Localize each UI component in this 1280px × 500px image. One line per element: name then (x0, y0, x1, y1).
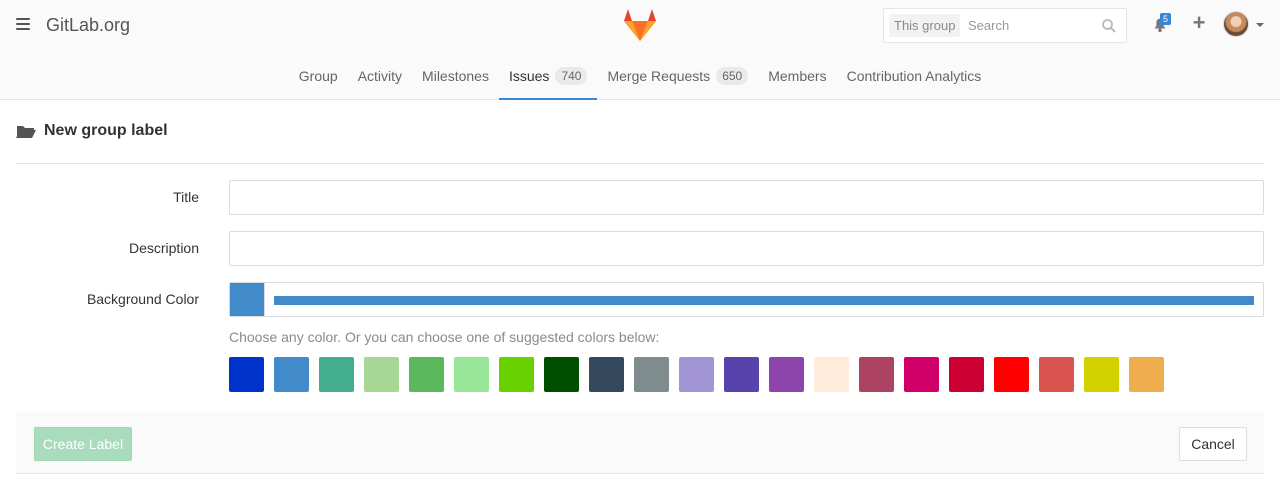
color-swatch[interactable] (499, 357, 534, 392)
color-swatch[interactable] (1039, 357, 1074, 392)
color-swatch[interactable] (724, 357, 759, 392)
gitlab-logo-icon[interactable] (622, 8, 658, 42)
description-label: Description (128, 240, 199, 256)
hamburger-menu-icon[interactable] (16, 18, 30, 32)
group-tabs: Group Activity Milestones Issues 740 Merg… (0, 51, 1280, 100)
tab-members[interactable]: Members (758, 51, 836, 100)
group-title-link[interactable]: GitLab.org (46, 15, 130, 36)
color-swatch[interactable] (274, 357, 309, 392)
color-swatch[interactable] (229, 357, 264, 392)
color-preview[interactable] (230, 283, 265, 316)
page-title: New group label (16, 122, 168, 140)
color-swatch[interactable] (904, 357, 939, 392)
color-swatch[interactable] (679, 357, 714, 392)
folder-open-icon (16, 125, 36, 138)
background-color-field[interactable] (229, 282, 1264, 317)
search-scope-badge[interactable]: This group (889, 14, 961, 37)
user-menu-caret-icon[interactable] (1256, 23, 1264, 27)
tab-merge-requests[interactable]: Merge Requests 650 (597, 51, 758, 100)
suggested-colors (229, 357, 1164, 392)
search-input[interactable] (968, 14, 1093, 37)
merge-requests-count-badge: 650 (716, 66, 749, 85)
color-swatch[interactable] (994, 357, 1029, 392)
create-label-button[interactable]: Create Label (34, 427, 132, 461)
title-label: Title (173, 189, 199, 205)
issues-count-badge: 740 (555, 66, 588, 85)
background-color-label: Background Color (86, 291, 199, 307)
color-swatch[interactable] (769, 357, 804, 392)
tab-activity[interactable]: Activity (348, 51, 412, 100)
divider (16, 163, 1264, 164)
search-box[interactable]: This group (883, 8, 1127, 43)
title-input[interactable] (229, 180, 1264, 215)
color-swatch[interactable] (1084, 357, 1119, 392)
new-item-plus-icon[interactable]: + (1189, 12, 1209, 34)
background-color-input[interactable] (274, 296, 1254, 305)
form-actions: Create Label Cancel (16, 412, 1264, 474)
description-input[interactable] (229, 231, 1264, 266)
tab-milestones[interactable]: Milestones (412, 51, 499, 100)
color-swatch[interactable] (859, 357, 894, 392)
color-swatch[interactable] (454, 357, 489, 392)
user-avatar[interactable] (1223, 11, 1249, 37)
color-swatch[interactable] (544, 357, 579, 392)
color-swatch[interactable] (814, 357, 849, 392)
notification-count-badge: 5 (1160, 13, 1171, 25)
color-swatch[interactable] (949, 357, 984, 392)
top-navbar: GitLab.org This group 5 + Group Activity… (0, 0, 1280, 100)
tab-contribution-analytics[interactable]: Contribution Analytics (837, 51, 992, 100)
notifications-button[interactable]: 5 (1151, 13, 1171, 35)
color-swatch[interactable] (319, 357, 354, 392)
color-swatch[interactable] (1129, 357, 1164, 392)
color-swatch[interactable] (364, 357, 399, 392)
tab-group[interactable]: Group (289, 51, 348, 100)
color-swatch[interactable] (634, 357, 669, 392)
tab-issues[interactable]: Issues 740 (498, 51, 598, 100)
color-help-text: Choose any color. Or you can choose one … (229, 329, 660, 345)
search-icon[interactable] (1101, 18, 1117, 34)
cancel-button[interactable]: Cancel (1179, 427, 1247, 461)
color-swatch[interactable] (589, 357, 624, 392)
color-swatch[interactable] (409, 357, 444, 392)
